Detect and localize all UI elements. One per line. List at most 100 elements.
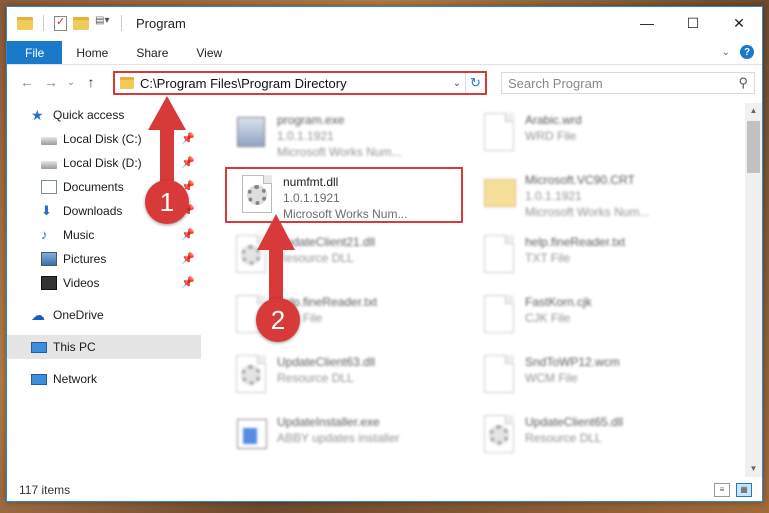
navigation-pane: ★ Quick access Local Disk (C:) 📌 Local D… bbox=[7, 103, 201, 483]
step-1-badge: 1 bbox=[145, 180, 189, 224]
address-bar[interactable]: C:\Program Files\Program Directory ⌄ ↻ bbox=[113, 71, 487, 95]
scroll-thumb[interactable] bbox=[747, 121, 760, 173]
vertical-scrollbar[interactable]: ▲ ▼ bbox=[745, 103, 762, 477]
videos-icon bbox=[41, 276, 57, 290]
file-name: UpdateClient21.dll bbox=[277, 235, 376, 249]
folder-icon bbox=[481, 173, 517, 217]
file-version: 1.0.1.1921 bbox=[525, 189, 582, 203]
sidebar-item-label: OneDrive bbox=[53, 308, 104, 322]
scroll-down-icon[interactable]: ▼ bbox=[745, 461, 762, 477]
folder-icon bbox=[17, 16, 33, 30]
file-icon bbox=[481, 295, 517, 339]
tab-view[interactable]: View bbox=[182, 41, 236, 64]
file-name: Microsoft.VC90.CRT bbox=[525, 173, 635, 187]
back-button[interactable]: ← bbox=[15, 74, 39, 90]
pictures-icon bbox=[41, 252, 57, 266]
sidebar-item-label: Local Disk (C:) bbox=[63, 132, 142, 146]
file-item-sndtowp12[interactable]: SndToWP12.wcm WCM File bbox=[475, 349, 707, 405]
sidebar-item-label: Quick access bbox=[53, 108, 125, 122]
file-name: UpdateClient65.dll bbox=[525, 415, 624, 429]
sidebar-item-music[interactable]: ♪ Music 📌 bbox=[7, 223, 201, 247]
sidebar-item-onedrive[interactable]: ☁ OneDrive bbox=[7, 303, 201, 327]
file-name: numfmt.dll bbox=[283, 175, 339, 189]
sidebar-item-label: Videos bbox=[63, 276, 100, 290]
file-name: FastKorn.cjk bbox=[525, 295, 592, 309]
window-controls: — ☐ ✕ bbox=[624, 7, 762, 39]
sidebar-item-quick-access[interactable]: ★ Quick access bbox=[7, 103, 201, 127]
item-count: 117 items bbox=[19, 483, 71, 497]
pin-icon[interactable]: 📌 bbox=[181, 228, 195, 241]
search-input[interactable]: Search Program ⚲ bbox=[501, 72, 755, 94]
customize-toolbar-icon[interactable]: ▤▾ bbox=[95, 15, 111, 31]
file-item-program-exe[interactable]: program.exe 1.0.1.1921 Microsoft Works N… bbox=[227, 107, 459, 163]
tab-share[interactable]: Share bbox=[122, 41, 182, 64]
file-item-numfmt-dll[interactable]: numfmt.dll 1.0.1.1921 Microsoft Works Nu… bbox=[233, 169, 465, 225]
search-icon: ⚲ bbox=[738, 75, 748, 90]
sidebar-item-local-disk-c[interactable]: Local Disk (C:) 📌 bbox=[7, 127, 201, 151]
scroll-up-icon[interactable]: ▲ bbox=[745, 103, 762, 119]
network-icon bbox=[31, 373, 47, 385]
sidebar-item-local-disk-d[interactable]: Local Disk (D:) 📌 bbox=[7, 151, 201, 175]
file-item-help-finereader-1[interactable]: help.fineReader.txt TXT File bbox=[475, 229, 707, 285]
up-button[interactable]: ↑ bbox=[79, 74, 103, 90]
cloud-icon: ☁ bbox=[31, 307, 45, 323]
file-item-updateclient63[interactable]: UpdateClient63.dll Resource DLL bbox=[227, 349, 459, 405]
dll-icon bbox=[233, 235, 269, 279]
file-item-vc90-crt[interactable]: Microsoft.VC90.CRT 1.0.1.1921 Microsoft … bbox=[475, 167, 707, 223]
tab-file[interactable]: File bbox=[7, 41, 63, 64]
address-path[interactable]: C:\Program Files\Program Directory bbox=[140, 76, 449, 91]
file-item-arabic-wrd[interactable]: Arabic.wrd WRD File bbox=[475, 107, 707, 163]
search-placeholder: Search Program bbox=[508, 75, 603, 91]
sidebar-item-label: Music bbox=[63, 228, 95, 242]
file-name: Arabic.wrd bbox=[525, 113, 582, 127]
details-view-icon[interactable]: ≡ bbox=[714, 483, 730, 497]
file-name: SndToWP12.wcm bbox=[525, 355, 620, 369]
sidebar-item-videos[interactable]: Videos 📌 bbox=[7, 271, 201, 295]
recent-locations-button[interactable]: ⌄ bbox=[63, 77, 79, 88]
close-button[interactable]: ✕ bbox=[716, 7, 762, 39]
file-type: CJK File bbox=[525, 311, 571, 325]
documents-icon bbox=[41, 180, 57, 194]
file-item-updateclient65[interactable]: UpdateClient65.dll Resource DLL bbox=[475, 409, 707, 465]
pin-icon[interactable]: 📌 bbox=[181, 276, 195, 289]
download-icon: ⬇ bbox=[41, 203, 52, 218]
file-item-updateclient21[interactable]: UpdateClient21.dll Resource DLL bbox=[227, 229, 459, 285]
file-item-updateinstaller[interactable]: UpdateInstaller.exe ABBY updates install… bbox=[227, 409, 459, 465]
expand-ribbon-icon[interactable]: ⌄ bbox=[722, 47, 730, 58]
explorer-window: ▤▾ Program — ☐ ✕ File Home Share View ⌄ … bbox=[6, 6, 763, 502]
minimize-button[interactable]: — bbox=[624, 7, 670, 39]
tab-home[interactable]: Home bbox=[62, 41, 122, 64]
pin-icon[interactable]: 📌 bbox=[181, 252, 195, 265]
file-item-fastkorn[interactable]: FastKorn.cjk CJK File bbox=[475, 289, 707, 345]
pin-icon[interactable]: 📌 bbox=[181, 156, 195, 169]
properties-icon[interactable] bbox=[54, 15, 67, 31]
sidebar-item-this-pc[interactable]: This PC bbox=[7, 335, 201, 359]
file-description: Microsoft Works Num... bbox=[283, 207, 408, 221]
file-version: 1.0.1.1921 bbox=[283, 191, 340, 205]
window-title: Program bbox=[136, 15, 186, 31]
drive-icon bbox=[41, 160, 57, 169]
sidebar-item-pictures[interactable]: Pictures 📌 bbox=[7, 247, 201, 271]
tiles-view-icon[interactable]: ▦ bbox=[736, 483, 752, 497]
drive-icon bbox=[41, 136, 57, 145]
maximize-button[interactable]: ☐ bbox=[670, 7, 716, 39]
divider bbox=[43, 15, 44, 31]
sidebar-item-network[interactable]: Network bbox=[7, 367, 201, 391]
chevron-down-icon[interactable]: ⌄ bbox=[449, 78, 465, 89]
new-folder-icon[interactable] bbox=[73, 16, 89, 30]
refresh-icon[interactable]: ↻ bbox=[465, 73, 485, 93]
file-description: Microsoft Works Num... bbox=[525, 205, 650, 219]
title-bar: ▤▾ Program — ☐ ✕ bbox=[7, 7, 762, 39]
quick-access-toolbar: ▤▾ Program bbox=[7, 15, 186, 31]
help-icon[interactable]: ? bbox=[740, 45, 754, 59]
music-icon: ♪ bbox=[41, 227, 48, 242]
file-type: WCM File bbox=[525, 371, 578, 385]
forward-button[interactable]: → bbox=[39, 74, 63, 90]
pin-icon[interactable]: 📌 bbox=[181, 132, 195, 145]
computer-icon bbox=[31, 341, 47, 353]
dll-icon bbox=[233, 355, 269, 399]
folder-icon bbox=[120, 77, 134, 89]
file-name: UpdateClient63.dll bbox=[277, 355, 376, 369]
